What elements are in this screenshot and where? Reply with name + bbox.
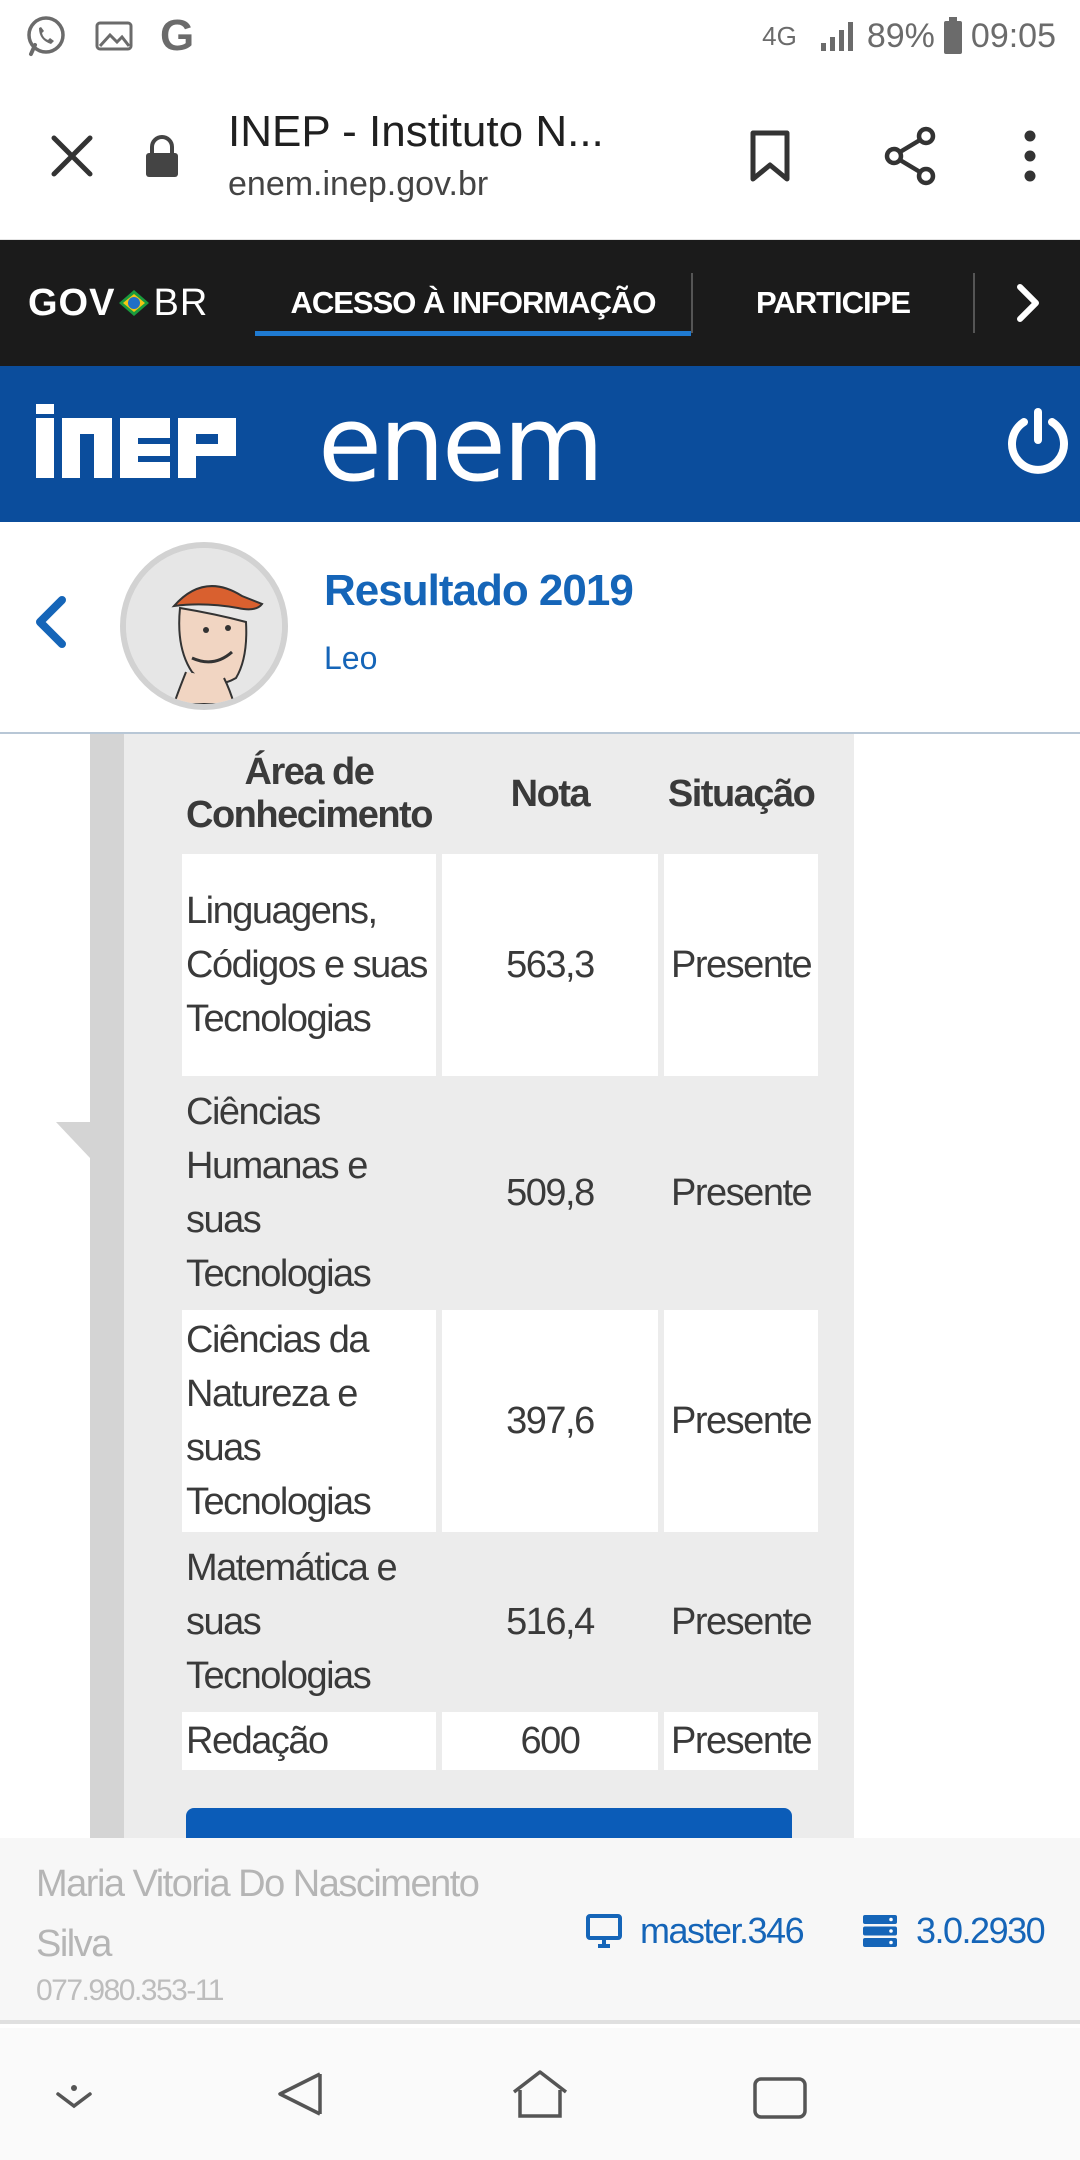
gov-br-bar: GOV BR ACESSO À INFORMAÇÃO PARTICIPE: [0, 240, 1080, 366]
table-row: Ciências da Natureza e suas Tecnologias …: [182, 1310, 819, 1532]
column-header-situacao: Situação: [667, 772, 816, 815]
nav-recents-button[interactable]: [752, 2076, 808, 2125]
recents-icon: [753, 2077, 807, 2119]
nota-cell: 516,4: [506, 1601, 595, 1643]
area-cell: Redação: [182, 1712, 436, 1770]
nav-back-button[interactable]: [274, 2068, 326, 2125]
client-version: master.346: [586, 1910, 805, 1952]
client-version-label: master.346: [640, 1910, 805, 1951]
page-title: INEP - Instituto N...: [228, 107, 604, 156]
clock: 09:05: [970, 16, 1056, 55]
nav-home-button[interactable]: [510, 2068, 570, 2127]
nav-next-button[interactable]: [975, 283, 1080, 323]
table-header-row: Área de Conhecimento Nota Situação: [182, 740, 818, 848]
enem-logo[interactable]: enem: [276, 383, 604, 505]
inep-logo[interactable]: [0, 404, 276, 484]
browser-toolbar: INEP - Instituto N... enem.inep.gov.br: [0, 72, 1080, 240]
nota-cell: 600: [441, 1712, 658, 1770]
user-full-name: Maria Vitoria Do Nascimento Silva: [36, 1863, 480, 1965]
situacao-cell: Presente: [671, 1601, 813, 1643]
nota-cell: 509,8: [506, 1172, 595, 1214]
gov-br-emblem-icon: [119, 290, 150, 316]
grades-table: Área de Conhecimento Nota Situação Lingu…: [176, 734, 824, 1776]
situacao-cell: Presente: [671, 1172, 813, 1214]
system-nav-bar: [0, 2028, 1080, 2160]
inep-enem-header: enem: [0, 366, 1080, 522]
situacao-cell: Presente: [663, 1310, 819, 1532]
table-row: Matemática e suas Tecnologias 516,4 Pres…: [182, 1538, 818, 1706]
power-icon: [1008, 408, 1068, 474]
home-icon: [512, 2070, 568, 2118]
google-icon: G: [160, 11, 195, 60]
nota-cell: 397,6: [441, 1310, 658, 1532]
user-info-footer: Maria Vitoria Do Nascimento Silva 077.98…: [0, 1838, 1080, 2024]
gallery-icon: [94, 18, 134, 54]
primary-action-button[interactable]: [186, 1808, 792, 1838]
server-icon: [863, 1915, 897, 1947]
close-icon: [51, 135, 93, 176]
share-button[interactable]: [840, 72, 980, 239]
results-content[interactable]: Área de Conhecimento Nota Situação Lingu…: [0, 734, 1080, 1838]
table-row: Redação 600 Presente: [182, 1712, 819, 1770]
timeline-pointer: [56, 1122, 90, 1158]
situacao-cell: Presente: [663, 854, 819, 1076]
server-version-label: 3.0.2930: [916, 1910, 1046, 1951]
page-url: enem.inep.gov.br: [228, 165, 489, 203]
results-panel: Área de Conhecimento Nota Situação Lingu…: [124, 734, 854, 1838]
close-tab-button[interactable]: [0, 72, 144, 239]
chevron-down-icon: [56, 2085, 92, 2109]
more-options-button[interactable]: [980, 72, 1080, 239]
bookmark-button[interactable]: [700, 72, 840, 239]
signal-icon: [819, 19, 859, 53]
timeline-rail: [90, 734, 124, 1838]
hide-keyboard-button[interactable]: [54, 2084, 94, 2119]
nota-cell: 563,3: [441, 854, 658, 1076]
gov-br-logo[interactable]: GOV BR: [0, 282, 255, 325]
avatar: [120, 542, 288, 710]
area-cell: Ciências Humanas e suas Tecnologias: [186, 1091, 372, 1295]
column-header-nota: Nota: [510, 772, 591, 815]
logout-button[interactable]: [1004, 406, 1072, 483]
chevron-right-icon: [1016, 284, 1039, 322]
share-icon: [884, 126, 936, 185]
student-name: Leo: [324, 640, 378, 676]
user-cpf: 077.980.353-11: [36, 1974, 224, 2007]
battery-icon: [943, 17, 963, 55]
monitor-icon: [586, 1914, 622, 1948]
lock-icon[interactable]: [144, 134, 204, 178]
page-title: Resultado 2019: [324, 566, 634, 615]
table-row: Linguagens, Códigos e suas Tecnologias 5…: [182, 854, 819, 1076]
situacao-cell: Presente: [663, 1712, 819, 1770]
whatsapp-icon: [24, 14, 68, 58]
network-type: 4G: [762, 21, 797, 51]
area-cell: Matemática e suas Tecnologias: [186, 1547, 398, 1697]
column-header-area: Área de Conhecimento: [186, 751, 433, 836]
server-version: 3.0.2930: [862, 1910, 1046, 1952]
chevron-left-icon: [36, 596, 66, 648]
area-cell: Linguagens, Códigos e suas Tecnologias: [182, 854, 436, 1076]
table-row: Ciências Humanas e suas Tecnologias 509,…: [182, 1082, 818, 1304]
battery-percent: 89%: [866, 16, 935, 55]
nav-link-acesso-informacao[interactable]: ACESSO À INFORMAÇÃO: [255, 240, 691, 366]
nav-link-participe[interactable]: PARTICIPE: [693, 240, 973, 366]
status-bar: G 4G 89% 09:05: [0, 0, 1080, 72]
bookmark-icon: [750, 130, 790, 181]
back-icon: [278, 2072, 322, 2116]
back-button[interactable]: [30, 594, 70, 655]
more-vert-icon: [1024, 130, 1036, 181]
area-cell: Ciências da Natureza e suas Tecnologias: [182, 1310, 436, 1532]
result-header: Resultado 2019 Leo: [0, 522, 1080, 734]
address-bar[interactable]: INEP - Instituto N... enem.inep.gov.br: [204, 107, 700, 204]
